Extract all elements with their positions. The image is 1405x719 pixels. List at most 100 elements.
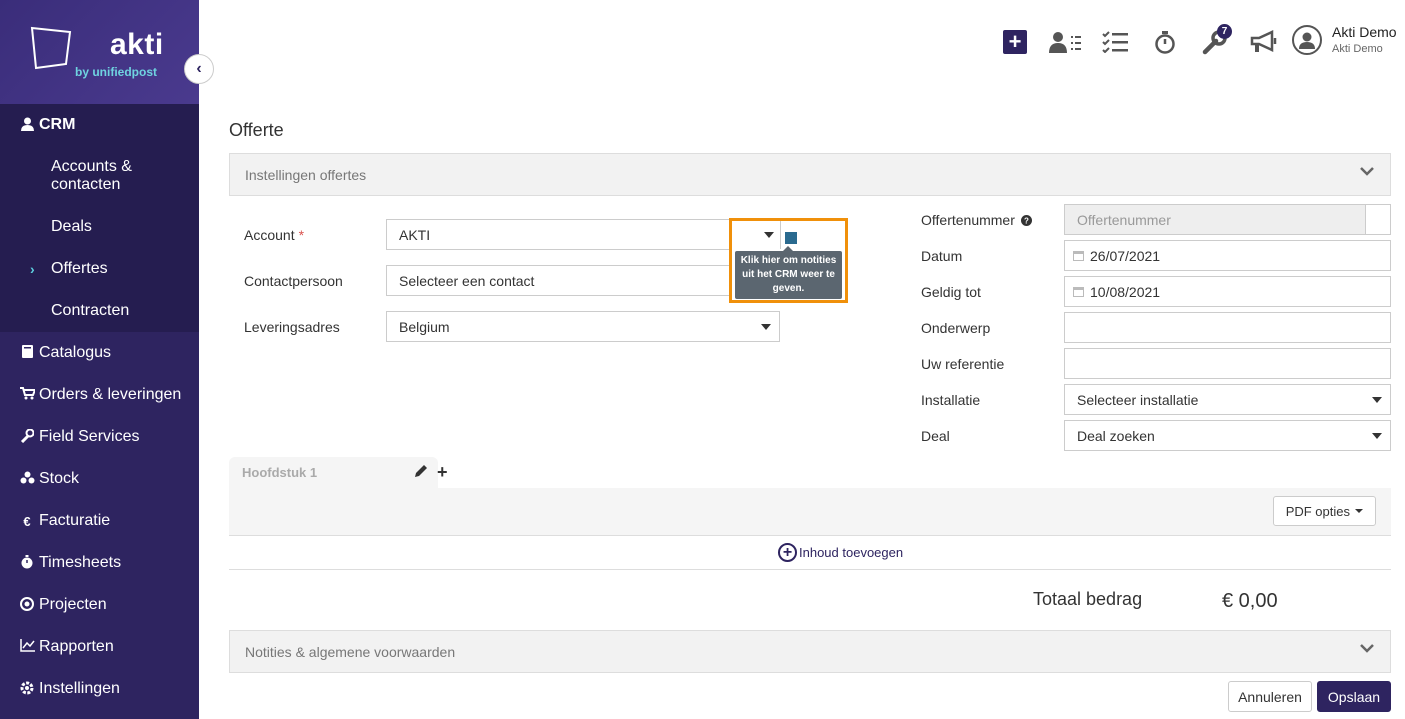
settings-panel[interactable]: Instellingen offertes <box>229 153 1391 196</box>
akti-logo-icon <box>30 26 72 70</box>
sidebar-item-facturatie[interactable]: € Facturatie <box>0 500 199 542</box>
tools-badge: 7 <box>1217 24 1232 39</box>
sidebar-item-label: Instellingen <box>39 680 120 697</box>
date-value: 26/07/2021 <box>1090 247 1161 264</box>
collapse-sidebar-button[interactable]: ‹ <box>184 54 214 84</box>
date-input[interactable]: 26/07/2021 <box>1064 240 1391 271</box>
sidebar-item-stock[interactable]: Stock <box>0 458 199 500</box>
number-addon[interactable] <box>1365 204 1391 235</box>
number-input: Offertenummer <box>1064 204 1366 235</box>
notes-panel-title: Notities & algemene voorwaarden <box>245 643 456 660</box>
tasks-button[interactable] <box>1090 24 1140 60</box>
pdf-options-label: PDF opties <box>1285 503 1350 519</box>
divider <box>780 221 781 249</box>
sidebar-item-label: CRM <box>39 116 76 133</box>
installation-label: Installatie <box>921 392 981 408</box>
add-button[interactable]: + <box>990 24 1040 60</box>
target-icon <box>19 596 35 614</box>
sidebar-item-field-services[interactable]: Field Services <box>0 416 199 458</box>
sidebar-item-label: Stock <box>39 470 80 487</box>
installation-select[interactable]: Selecteer installatie <box>1064 384 1391 415</box>
sidebar-item-label: Field Services <box>39 428 140 445</box>
chevron-down-icon <box>1360 644 1374 653</box>
sidebar-item-offertes[interactable]: › Offertes <box>0 248 199 290</box>
chapter-tab[interactable]: Hoofdstuk 1 <box>229 457 438 488</box>
valid-label: Geldig tot <box>921 284 981 300</box>
page-title: Offerte <box>229 120 284 140</box>
total-value: € 0,00 <box>1222 590 1278 612</box>
user-menu[interactable]: Akti Demo Akti Demo <box>1292 24 1397 55</box>
sidebar-item-instellingen[interactable]: Instellingen <box>0 668 199 710</box>
pencil-icon[interactable] <box>414 464 428 478</box>
account-select[interactable]: AKTI <box>386 219 730 250</box>
calendar-icon <box>1073 287 1084 297</box>
sidebar-item-timesheets[interactable]: Timesheets <box>0 542 199 584</box>
sidebar-item-label: Offertes <box>51 260 108 277</box>
user-icon <box>19 117 35 134</box>
top-toolbar: + 7 <box>990 24 1290 60</box>
subject-input[interactable] <box>1064 312 1391 343</box>
svg-text:?: ? <box>1024 217 1029 226</box>
sidebar-item-rapporten[interactable]: Rapporten <box>0 626 199 668</box>
caret-down-icon <box>761 324 771 330</box>
sidebar-item-label: Contracten <box>51 302 130 319</box>
chart-icon <box>19 639 35 655</box>
plus-icon: + <box>1003 30 1027 54</box>
address-select[interactable]: Belgium <box>386 311 780 342</box>
sidebar-item-crm[interactable]: CRM <box>0 104 199 146</box>
sidebar-item-label: Rapporten <box>39 638 114 655</box>
settings-panel-title: Instellingen offertes <box>245 166 367 183</box>
add-content-label: Inhoud toevoegen <box>799 545 904 560</box>
wrench-icon <box>19 428 35 446</box>
gear-icon <box>19 681 35 698</box>
crm-notes-tooltip: Klik hier om notities uit het CRM weer t… <box>735 246 842 299</box>
number-label: Offertenummer ? <box>921 212 1032 228</box>
sidebar-item-projecten[interactable]: Projecten <box>0 584 199 626</box>
help-icon[interactable]: ? <box>1020 215 1032 226</box>
user-company: Akti Demo <box>1332 43 1383 55</box>
timer-button[interactable] <box>1140 24 1190 60</box>
sidebar-item-deals[interactable]: Deals <box>0 206 199 248</box>
sidebar-item-label: Catalogus <box>39 344 112 361</box>
logo-sub: by unifiedpost <box>75 65 157 79</box>
valid-until-input[interactable]: 10/08/2021 <box>1064 276 1391 307</box>
user-name: Akti Demo <box>1332 24 1397 40</box>
cart-icon <box>19 387 36 403</box>
address-value: Belgium <box>399 318 450 335</box>
divider <box>229 569 1391 570</box>
euro-icon: € <box>23 513 31 529</box>
cancel-button[interactable]: Annuleren <box>1228 681 1312 712</box>
sidebar-item-label: Timesheets <box>39 554 122 571</box>
contact-value: Selecteer een contact <box>399 272 535 289</box>
installation-value: Selecteer installatie <box>1077 391 1199 408</box>
crm-notes-highlight: Klik hier om notities uit het CRM weer t… <box>729 218 848 303</box>
caret-down-icon[interactable] <box>764 232 774 238</box>
deal-select[interactable]: Deal zoeken <box>1064 420 1391 451</box>
sidebar-item-orders[interactable]: Orders & leveringen <box>0 374 199 416</box>
contact-select[interactable]: Selecteer een contact <box>386 265 730 296</box>
save-button[interactable]: Opslaan <box>1317 681 1391 712</box>
sidebar-item-catalogus[interactable]: Catalogus <box>0 332 199 374</box>
sidebar-item-label: Facturatie <box>39 512 111 529</box>
add-content-button[interactable]: + Inhoud toevoegen <box>778 543 903 562</box>
tools-button[interactable]: 7 <box>1190 24 1240 60</box>
total-label: Totaal bedrag <box>1033 589 1143 609</box>
sidebar-item-contracten[interactable]: Contracten <box>0 290 199 332</box>
announcements-button[interactable] <box>1240 24 1290 60</box>
number-placeholder: Offertenummer <box>1077 211 1171 228</box>
sidebar-item-accounts[interactable]: Accounts & contacten <box>0 146 199 206</box>
contacts-button[interactable] <box>1040 24 1090 60</box>
required-marker: * <box>298 227 305 243</box>
boxes-icon <box>19 471 35 487</box>
caret-down-icon <box>1372 433 1382 439</box>
reference-input[interactable] <box>1064 348 1391 379</box>
notes-panel[interactable]: Notities & algemene voorwaarden <box>229 630 1391 673</box>
avatar-icon <box>1292 24 1322 55</box>
add-chapter-icon[interactable]: + <box>437 462 448 483</box>
sidebar-item-label: Projecten <box>39 596 107 613</box>
megaphone-icon <box>1250 30 1277 52</box>
chapter-body: PDF opties <box>229 488 1391 536</box>
note-icon[interactable] <box>785 232 797 244</box>
contact-label: Contactpersoon <box>244 273 343 289</box>
pdf-options-button[interactable]: PDF opties <box>1272 496 1376 526</box>
